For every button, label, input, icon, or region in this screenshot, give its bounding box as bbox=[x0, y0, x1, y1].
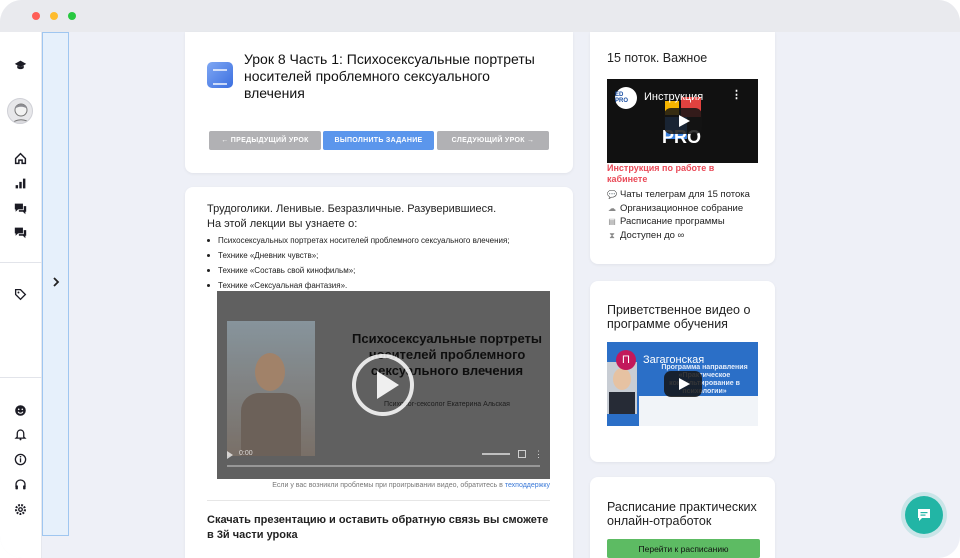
video-title: Инструкция bbox=[644, 91, 704, 103]
list-item[interactable]: ☁ Организационное собрание bbox=[607, 202, 750, 216]
video-help-label: Если у вас возникли проблемы при проигры… bbox=[272, 482, 503, 489]
video-time: 0:00 bbox=[239, 450, 253, 457]
chat-fab-button[interactable] bbox=[905, 496, 943, 534]
list-item[interactable]: 💬 Чаты телеграм для 15 потока bbox=[607, 188, 750, 202]
topics-list: Психосексуальных портретах носителей про… bbox=[207, 233, 557, 293]
cloud-icon: ☁ bbox=[608, 203, 616, 213]
info-icon[interactable] bbox=[12, 451, 28, 467]
video-help-text: Если у вас возникли проблемы при проигры… bbox=[217, 482, 550, 489]
important-title: 15 поток. Важное bbox=[607, 51, 708, 65]
maximize-window-button[interactable] bbox=[68, 12, 76, 20]
welcome-video[interactable]: П Загагонская Программа направления «Пра… bbox=[607, 342, 758, 426]
list-item: ⧗ Доступен до ∞ bbox=[607, 229, 750, 243]
list-item: Технике «Составь свой кинофильм»; bbox=[207, 263, 557, 278]
presenter-photo bbox=[607, 362, 637, 414]
headphones-icon[interactable] bbox=[12, 476, 28, 492]
settings-icon[interactable] bbox=[12, 501, 28, 517]
chevron-right-icon[interactable] bbox=[49, 275, 63, 289]
rail-divider bbox=[0, 262, 42, 263]
smiley-icon[interactable] bbox=[12, 402, 28, 418]
lesson-intro-subtitle: На этой лекции вы узнаете о: bbox=[207, 218, 358, 230]
welcome-video-title: Приветственное видео о программе обучени… bbox=[607, 303, 751, 331]
previous-lesson-button[interactable]: ← Предыдущий урок bbox=[209, 131, 321, 150]
volume-slider[interactable] bbox=[482, 453, 510, 455]
messages-icon[interactable] bbox=[12, 224, 28, 240]
window-titlebar bbox=[0, 0, 960, 32]
graduation-cap-icon[interactable] bbox=[12, 57, 28, 73]
more-options-icon[interactable]: ⋮ bbox=[731, 88, 742, 101]
lesson-title: Урок 8 Часть 1: Психосексуальные портрет… bbox=[244, 51, 535, 101]
instruction-video[interactable]: PRO ED PRO Инструкция ⋮ bbox=[607, 79, 758, 163]
bell-icon[interactable] bbox=[12, 426, 28, 442]
important-card: 15 поток. Важное PRO ED PRO Инструкция ⋮… bbox=[590, 32, 775, 264]
more-options-icon[interactable] bbox=[534, 450, 540, 459]
list-item: Психосексуальных портретах носителей про… bbox=[207, 233, 557, 248]
left-rail bbox=[0, 32, 42, 558]
youtube-play-icon[interactable] bbox=[664, 108, 702, 134]
chat-bubble-icon: 💬 bbox=[607, 190, 617, 199]
list-item: Технике «Дневник чувств»; bbox=[207, 248, 557, 263]
next-lesson-button[interactable]: Следующий урок → bbox=[437, 131, 549, 150]
tag-icon[interactable] bbox=[12, 286, 28, 302]
fullscreen-icon[interactable] bbox=[518, 450, 526, 458]
go-to-schedule-button[interactable]: Перейти к расписанию bbox=[607, 539, 760, 558]
sidebar-collapse-panel bbox=[42, 32, 69, 536]
youtube-play-icon[interactable] bbox=[664, 371, 702, 397]
bar-chart-icon[interactable] bbox=[12, 175, 28, 191]
play-icon[interactable] bbox=[352, 354, 414, 416]
list-item[interactable]: ▤ Расписание программы bbox=[607, 215, 750, 229]
lesson-video-player[interactable]: Психосексуальные портреты носителей проб… bbox=[217, 291, 550, 479]
chat-icon bbox=[918, 509, 930, 521]
lesson-intro: Трудоголики. Ленивые. Безразличные. Разу… bbox=[207, 203, 497, 215]
play-small-icon[interactable] bbox=[227, 451, 233, 459]
minimize-window-button[interactable] bbox=[50, 12, 58, 20]
close-window-button[interactable] bbox=[32, 12, 40, 20]
channel-avatar: П bbox=[616, 350, 636, 370]
lesson-header-card: Урок 8 Часть 1: Психосексуальные портрет… bbox=[185, 32, 573, 173]
schedule-title: Расписание практических онлайн-отработок bbox=[607, 500, 757, 528]
channel-logo: ED PRO bbox=[615, 87, 637, 109]
download-presentation-text: Скачать презентацию и оставить обратную … bbox=[207, 514, 549, 541]
do-assignment-button[interactable]: Выполнить задание bbox=[323, 131, 434, 150]
welcome-video-card: Приветственное видео о программе обучени… bbox=[590, 281, 775, 462]
rail-divider bbox=[0, 377, 42, 378]
video-banner bbox=[639, 396, 758, 426]
lesson-body-card: Трудоголики. Ленивые. Безразличные. Разу… bbox=[185, 187, 573, 558]
divider bbox=[207, 500, 550, 501]
hourglass-icon: ⧗ bbox=[609, 230, 615, 240]
video-controls: 0:00 bbox=[227, 450, 540, 460]
home-icon[interactable] bbox=[12, 150, 28, 166]
instruction-link[interactable]: Инструкция по работе в кабинете bbox=[607, 163, 757, 185]
tech-support-link[interactable]: техподдержку bbox=[505, 482, 550, 489]
lesson-book-icon bbox=[207, 62, 233, 88]
video-progress-bar[interactable] bbox=[227, 465, 540, 467]
avatar[interactable] bbox=[7, 98, 33, 124]
document-icon: ▤ bbox=[608, 217, 616, 226]
schedule-card: Расписание практических онлайн-отработок… bbox=[590, 477, 775, 558]
chat-icon[interactable] bbox=[12, 200, 28, 216]
important-links-list: 💬 Чаты телеграм для 15 потока ☁ Организаци… bbox=[607, 188, 750, 242]
app-window: Урок 8 Часть 1: Психосексуальные портрет… bbox=[0, 0, 960, 558]
